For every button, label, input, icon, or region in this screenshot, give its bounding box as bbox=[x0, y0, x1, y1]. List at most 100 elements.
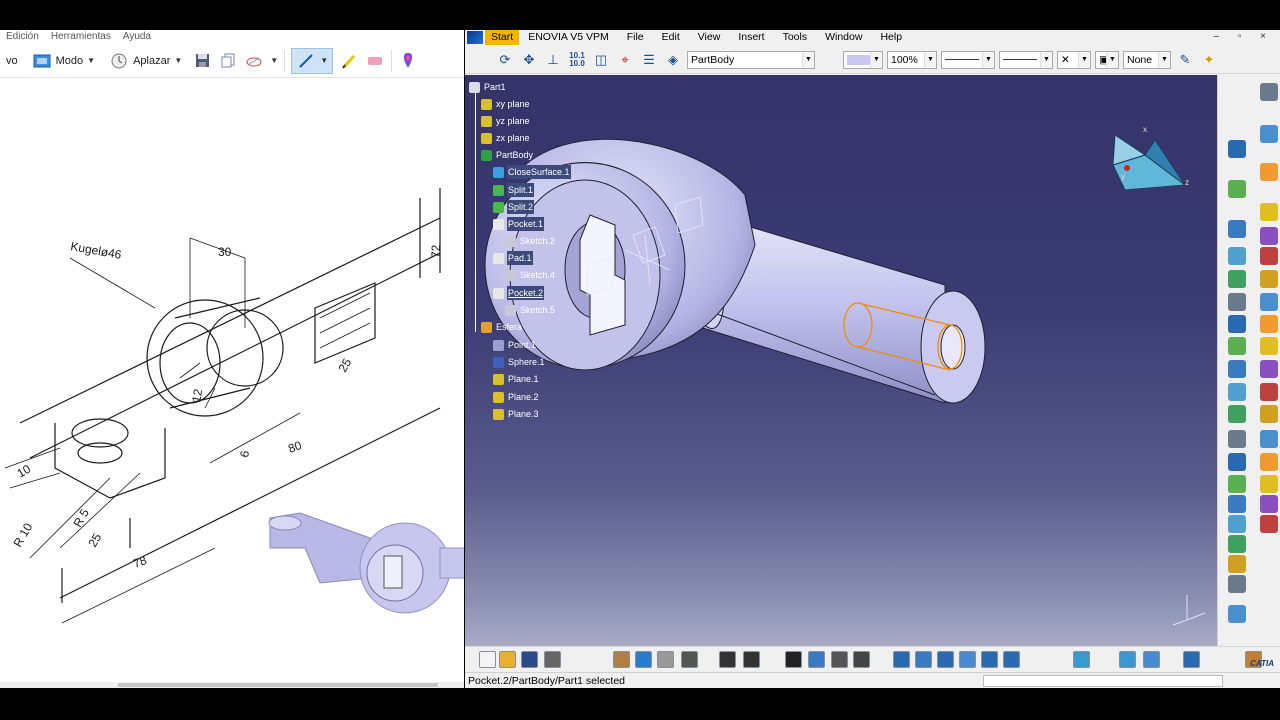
pattern-icon[interactable] bbox=[1260, 360, 1278, 378]
tree-item-split-2[interactable]: Split.2 bbox=[493, 200, 535, 214]
table-icon[interactable] bbox=[785, 651, 802, 668]
settings-icon[interactable] bbox=[1228, 475, 1246, 493]
axis-icon[interactable]: ⊥ bbox=[543, 50, 563, 70]
menu-start[interactable]: Start bbox=[485, 30, 520, 45]
scroll-thumb[interactable] bbox=[118, 683, 438, 687]
pan-icon[interactable] bbox=[937, 651, 954, 668]
axis-system-icon[interactable] bbox=[1228, 453, 1246, 471]
menu-help[interactable]: Help bbox=[871, 30, 911, 45]
chevron-down-icon[interactable]: ▼ bbox=[1040, 51, 1052, 68]
tree-item-point-1[interactable]: Point.1 bbox=[493, 338, 537, 352]
shaft-icon[interactable] bbox=[1228, 220, 1246, 238]
law-icon[interactable] bbox=[853, 651, 870, 668]
measure-icon[interactable] bbox=[1228, 405, 1246, 423]
menu-view[interactable]: View bbox=[689, 30, 730, 45]
delay-button[interactable]: Aplazar ▼ bbox=[105, 48, 186, 74]
undo-icon[interactable] bbox=[635, 651, 652, 668]
copy-icon[interactable] bbox=[218, 51, 238, 71]
chevron-down-icon[interactable]: ▼ bbox=[924, 51, 936, 68]
thickness-icon[interactable] bbox=[1228, 337, 1246, 355]
select-icon[interactable] bbox=[1260, 125, 1278, 143]
hide-show-icon[interactable] bbox=[1143, 651, 1160, 668]
menu-herramientas[interactable]: Herramientas bbox=[51, 30, 111, 44]
painter-icon[interactable]: ✎ bbox=[1175, 50, 1195, 70]
iso-view-icon[interactable] bbox=[1119, 651, 1136, 668]
mode-button[interactable]: Modo ▼ bbox=[28, 48, 99, 74]
compass-icon[interactable]: ✥ bbox=[519, 50, 539, 70]
properties-icon[interactable]: ✦ bbox=[1199, 50, 1219, 70]
tree-item-sketch-2[interactable]: Sketch.2 bbox=[505, 234, 556, 248]
chevron-down-icon[interactable]: ▼ bbox=[1078, 51, 1090, 68]
paste-icon[interactable] bbox=[613, 651, 630, 668]
menu-ayuda[interactable]: Ayuda bbox=[123, 30, 151, 44]
coordinates-icon[interactable]: 10.1 10.0 bbox=[567, 50, 587, 70]
tree-item-sphere-1[interactable]: Sphere.1 bbox=[493, 355, 546, 369]
linetype-selector[interactable]: ▼ bbox=[941, 50, 995, 69]
horizontal-scrollbar[interactable] bbox=[0, 682, 464, 688]
chevron-down-icon[interactable]: ▼ bbox=[982, 51, 994, 68]
line-icon[interactable] bbox=[1260, 163, 1278, 181]
mirror-icon[interactable] bbox=[1228, 360, 1246, 378]
select-icon[interactable] bbox=[1260, 475, 1278, 493]
tree-item-closesurface-1[interactable]: CloseSurface.1 bbox=[493, 165, 571, 179]
menu-tools[interactable]: Tools bbox=[774, 30, 817, 45]
scale-icon[interactable] bbox=[1228, 383, 1246, 401]
knowledge-icon[interactable] bbox=[831, 651, 848, 668]
rotate-icon[interactable] bbox=[959, 651, 976, 668]
eraser-icon[interactable] bbox=[365, 51, 385, 71]
open-icon[interactable] bbox=[499, 651, 516, 668]
zoom-in-icon[interactable] bbox=[981, 651, 998, 668]
tree-item-partbody[interactable]: PartBody bbox=[481, 148, 534, 162]
compass-widget[interactable]: x y z bbox=[1112, 125, 1189, 191]
draft-icon[interactable] bbox=[1228, 315, 1246, 333]
body-selector[interactable]: PartBody ▼ bbox=[687, 50, 815, 69]
fit-all-icon[interactable] bbox=[915, 651, 932, 668]
menu-edit[interactable]: Edit bbox=[653, 30, 689, 45]
new-snip-button[interactable]: vo bbox=[2, 48, 22, 74]
tree-item-xy-plane[interactable]: xy plane bbox=[481, 97, 531, 111]
chevron-down-icon[interactable]: ▼ bbox=[802, 51, 814, 68]
chevron-down-icon[interactable]: ▼ bbox=[270, 56, 278, 65]
highlighter-icon[interactable] bbox=[339, 51, 359, 71]
snap-icon[interactable]: ⌖ bbox=[615, 50, 635, 70]
transparency-selector[interactable]: 100% ▼ bbox=[887, 50, 937, 69]
new-icon[interactable] bbox=[479, 651, 496, 668]
color-selector[interactable]: ▼ bbox=[843, 50, 883, 69]
menu-insert[interactable]: Insert bbox=[729, 30, 773, 45]
tree-item-zx-plane[interactable]: zx plane bbox=[481, 131, 531, 145]
tree-item-pocket-1[interactable]: Pocket.1 bbox=[493, 217, 545, 231]
menu-file[interactable]: File bbox=[618, 30, 653, 45]
menu-edicion[interactable]: Edición bbox=[6, 30, 39, 44]
point-style-selector[interactable]: ✕ ▼ bbox=[1057, 50, 1091, 69]
line-icon[interactable] bbox=[1260, 495, 1278, 513]
normal-view-icon[interactable] bbox=[1073, 651, 1090, 668]
comment-icon[interactable] bbox=[743, 651, 760, 668]
rib-icon[interactable] bbox=[1228, 605, 1246, 623]
tree-item-sketch-4[interactable]: Sketch.4 bbox=[505, 268, 556, 282]
catalog-icon[interactable] bbox=[808, 651, 825, 668]
pocket-icon[interactable] bbox=[1260, 515, 1278, 533]
chamfer-icon[interactable] bbox=[1260, 293, 1278, 311]
3d-model[interactable]: x y z bbox=[465, 75, 1217, 671]
cube-view-icon[interactable]: ◫ bbox=[591, 50, 611, 70]
stiffener-icon[interactable] bbox=[1260, 270, 1278, 288]
pen-tool-button[interactable]: ▼ bbox=[291, 47, 334, 74]
paint3d-icon[interactable] bbox=[398, 51, 418, 71]
tree-item-plane-1[interactable]: Plane.1 bbox=[493, 372, 540, 386]
print-icon[interactable] bbox=[544, 651, 561, 668]
fly-icon[interactable] bbox=[893, 651, 910, 668]
shaft-icon[interactable] bbox=[1228, 535, 1246, 553]
hole-icon[interactable] bbox=[1228, 247, 1246, 265]
tree-item-yz-plane[interactable]: yz plane bbox=[481, 114, 531, 128]
formula-icon[interactable] bbox=[719, 651, 736, 668]
sketch-icon[interactable] bbox=[1228, 495, 1246, 513]
tree-item-plane-3[interactable]: Plane.3 bbox=[493, 407, 540, 421]
menu-window[interactable]: Window bbox=[816, 30, 871, 45]
list-icon[interactable]: ☰ bbox=[639, 50, 659, 70]
settings-icon[interactable] bbox=[1260, 83, 1278, 101]
zoom-out-icon[interactable] bbox=[1003, 651, 1020, 668]
chevron-down-icon[interactable]: ▼ bbox=[1158, 51, 1170, 68]
work-object-icon[interactable]: ◈ bbox=[663, 50, 683, 70]
chevron-down-icon[interactable]: ▼ bbox=[1106, 51, 1118, 68]
send-icon[interactable] bbox=[244, 51, 264, 71]
